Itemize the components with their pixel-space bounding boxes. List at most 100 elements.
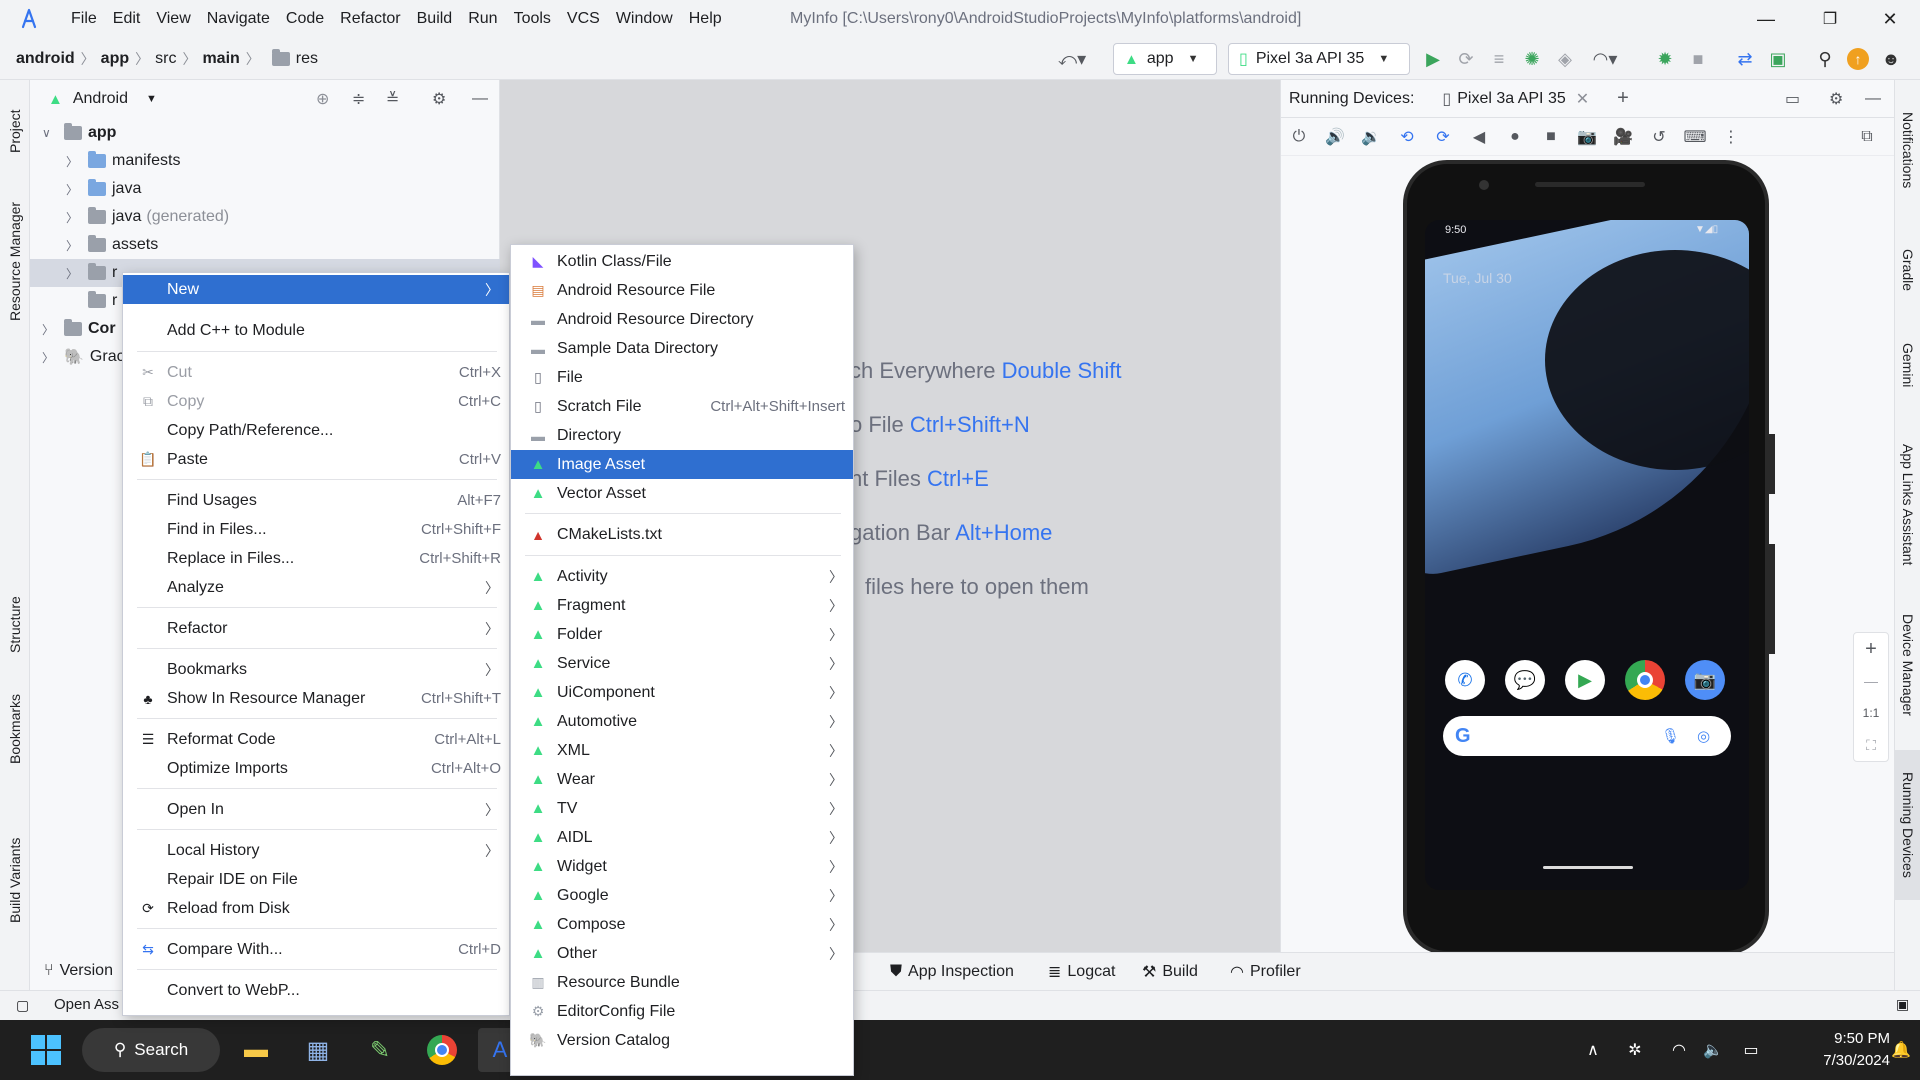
new-kotlin-class-file[interactable]: ◣ Kotlin Class/File <box>511 247 853 276</box>
more-options-icon[interactable]: ⋮ <box>1713 121 1749 153</box>
new-fragment[interactable]: ▲ Fragment 〉 <box>511 591 853 620</box>
android-studio-logo-icon[interactable] <box>18 8 40 30</box>
menu-item-bookmarks[interactable]: Bookmarks 〉 <box>123 655 509 684</box>
back-icon[interactable]: ◀ <box>1461 121 1497 153</box>
app-inspection-tab[interactable]: ⛊ App Inspection <box>890 953 1014 991</box>
new-widget[interactable]: ▲ Widget 〉 <box>511 852 853 881</box>
menu-item-copy-path[interactable]: Copy Path/Reference... <box>123 416 509 445</box>
update-icon[interactable]: ↑ <box>1843 44 1873 74</box>
device-tab[interactable]: Pixel 3a API 35 <box>1457 90 1566 108</box>
menu-item-analyze[interactable]: Analyze 〉 <box>123 573 509 602</box>
device-select[interactable]: ▯ Pixel 3a API 35 ▼ <box>1228 43 1410 75</box>
chevron-down-icon[interactable]: ∨ <box>42 126 58 140</box>
new-editorconfig-file[interactable]: ⚙ EditorConfig File <box>511 997 853 1026</box>
rotate-right-icon[interactable]: ⟳ <box>1425 121 1461 153</box>
search-icon[interactable]: ⚲ <box>1810 44 1840 74</box>
breadcrumb-android[interactable]: android <box>16 50 75 68</box>
paint-icon[interactable]: ✎ <box>358 1028 402 1072</box>
home-icon[interactable]: ● <box>1497 121 1533 153</box>
battery-icon[interactable]: ▭ <box>1736 1028 1766 1072</box>
zoom-in-button[interactable]: + <box>1854 633 1888 665</box>
account-icon[interactable]: ☻ <box>1876 44 1906 74</box>
new-wear[interactable]: ▲ Wear 〉 <box>511 765 853 794</box>
restore-button[interactable]: ❐ <box>1800 0 1860 38</box>
menu-item-open-in[interactable]: Open In 〉 <box>123 795 509 824</box>
messages-app-icon[interactable]: 💬 <box>1505 660 1545 700</box>
apply-changes-icon[interactable]: ⟳ <box>1451 44 1481 74</box>
new-scratch-file[interactable]: ▯ Scratch File Ctrl+Alt+Shift+Insert <box>511 392 853 421</box>
expand-all-icon[interactable]: ≑ <box>352 89 365 109</box>
new-tv[interactable]: ▲ TV 〉 <box>511 794 853 823</box>
play-store-app-icon[interactable]: ▶ <box>1565 660 1605 700</box>
git-update-icon[interactable]: ⤺▾ <box>1052 44 1092 74</box>
screenshot-icon[interactable]: 📷 <box>1569 121 1605 153</box>
calculator-icon[interactable]: ▦ <box>296 1028 340 1072</box>
attach-debugger-icon[interactable]: ◈ <box>1550 44 1580 74</box>
menu-window[interactable]: Window <box>608 0 681 38</box>
chrome-taskbar-icon[interactable] <box>420 1028 464 1072</box>
menu-navigate[interactable]: Navigate <box>199 0 278 38</box>
slack-icon[interactable]: ✲ <box>1620 1028 1650 1072</box>
new-activity[interactable]: ▲ Activity 〉 <box>511 562 853 591</box>
collapse-all-icon[interactable]: ≚ <box>386 89 399 109</box>
new-file[interactable]: ▯ File <box>511 363 853 392</box>
chevron-right-icon[interactable]: 〉 <box>66 265 82 282</box>
menu-refactor[interactable]: Refactor <box>332 0 408 38</box>
add-device-icon[interactable]: + <box>1617 87 1629 110</box>
profiler-tab[interactable]: ◠ Profiler <box>1230 953 1301 991</box>
tree-row-app[interactable]: ∨ app <box>30 119 500 147</box>
windows-start-icon[interactable] <box>24 1028 68 1072</box>
sync-gradle-icon[interactable]: ⇄ <box>1730 44 1760 74</box>
run-icon[interactable]: ▶ <box>1418 44 1448 74</box>
menu-item-find-usages[interactable]: Find Usages Alt+F7 <box>123 486 509 515</box>
status-panel-icon[interactable]: ▢ <box>16 997 29 1014</box>
menu-build[interactable]: Build <box>409 0 461 38</box>
apply-code-changes-icon[interactable]: ≡ <box>1484 44 1514 74</box>
debug-app-icon[interactable]: ✹ <box>1650 44 1680 74</box>
tree-row-assets[interactable]: 〉 assets <box>30 231 500 259</box>
new-xml[interactable]: ▲ XML 〉 <box>511 736 853 765</box>
new-other[interactable]: ▲ Other 〉 <box>511 939 853 968</box>
new-sample-data-directory[interactable]: ▬ Sample Data Directory <box>511 334 853 363</box>
google-search-widget[interactable]: G 🎙 ◎ <box>1443 716 1731 756</box>
run-configuration-select[interactable]: ▲ app ▼ <box>1113 43 1217 75</box>
logcat-tab[interactable]: ≣ Logcat <box>1048 953 1115 991</box>
menu-code[interactable]: Code <box>278 0 332 38</box>
locate-icon[interactable]: ⊕ <box>316 89 329 109</box>
tool-tab-resource-manager[interactable]: Resource Manager <box>2 186 28 336</box>
wifi-icon[interactable]: ◠ <box>1664 1028 1694 1072</box>
new-automotive[interactable]: ▲ Automotive 〉 <box>511 707 853 736</box>
lens-icon[interactable]: ◎ <box>1697 727 1710 745</box>
zoom-fit-icon[interactable]: ⛶ <box>1854 729 1888 761</box>
chevron-right-icon[interactable]: 〉 <box>42 321 58 338</box>
menu-tools[interactable]: Tools <box>506 0 559 38</box>
tool-tab-gradle[interactable]: Gradle <box>1895 230 1920 310</box>
mic-icon[interactable]: 🎙 <box>1661 727 1680 745</box>
menu-item-reload-from-disk[interactable]: ⟳ Reload from Disk <box>123 894 509 923</box>
snapshot-icon[interactable]: ↺ <box>1641 121 1677 153</box>
tool-tab-notifications[interactable]: Notifications <box>1895 90 1920 210</box>
new-android-resource-file[interactable]: ▤ Android Resource File <box>511 276 853 305</box>
chevron-right-icon[interactable]: 〉 <box>66 153 82 170</box>
tool-tab-running-devices[interactable]: Running Devices <box>1895 750 1920 900</box>
tool-tab-structure[interactable]: Structure <box>2 580 28 670</box>
profile-icon[interactable]: ◠▾ <box>1583 44 1627 74</box>
new-version-catalog[interactable]: 🐘 Version Catalog <box>511 1026 853 1055</box>
new-directory[interactable]: ▬ Directory <box>511 421 853 450</box>
new-aidl[interactable]: ▲ AIDL 〉 <box>511 823 853 852</box>
volume-down-icon[interactable]: 🔉 <box>1353 121 1389 153</box>
tool-tab-project[interactable]: Project <box>2 88 28 174</box>
camera-app-icon[interactable]: 📷 <box>1685 660 1725 700</box>
taskbar-search[interactable]: ⚲ Search <box>82 1028 220 1072</box>
new-cmakelists[interactable]: ▲ CMakeLists.txt <box>511 520 853 549</box>
new-compose[interactable]: ▲ Compose 〉 <box>511 910 853 939</box>
power-icon[interactable]: ⏻ <box>1281 121 1317 153</box>
chevron-down-icon[interactable]: ▼ <box>146 93 157 105</box>
gear-icon[interactable]: ⚙ <box>1829 89 1843 109</box>
tool-tab-bookmarks[interactable]: Bookmarks <box>2 684 28 774</box>
volume-icon[interactable]: 🔈 <box>1698 1028 1728 1072</box>
tool-tab-app-links-assistant[interactable]: App Links Assistant <box>1895 430 1920 580</box>
zoom-out-button[interactable]: — <box>1854 665 1888 697</box>
breadcrumb-res[interactable]: res <box>296 50 318 68</box>
tool-tab-gemini[interactable]: Gemini <box>1895 325 1920 405</box>
